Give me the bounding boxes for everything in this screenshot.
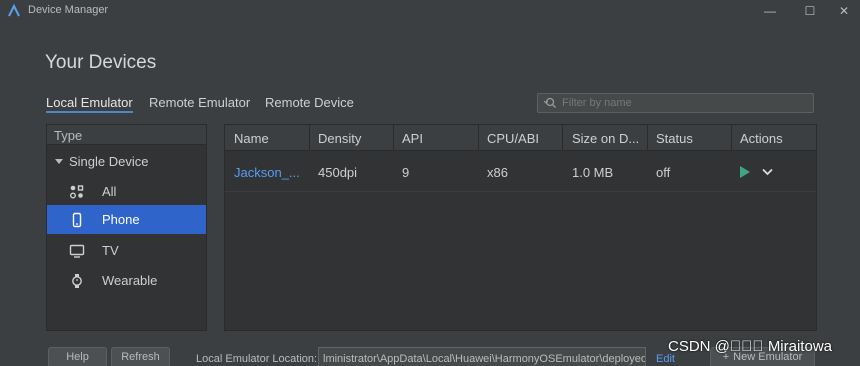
column-header-cpu-abi[interactable]: CPU/ABI: [487, 131, 539, 146]
maximize-button[interactable]: ☐: [796, 2, 824, 20]
device-cpu-abi: x86: [487, 165, 508, 180]
emulator-location-label: Local Emulator Location:: [196, 353, 318, 365]
play-icon[interactable]: [739, 165, 751, 179]
device-table: Name Density API CPU/ABI Size on D... St…: [224, 124, 817, 331]
tv-icon: [69, 244, 85, 258]
search-icon: [543, 97, 556, 108]
column-header-size-on-disk[interactable]: Size on D...: [572, 131, 639, 146]
device-density: 450dpi: [318, 165, 358, 180]
column-header-actions: Actions: [740, 131, 783, 146]
tab-remote-emulator[interactable]: Remote Emulator: [149, 95, 250, 110]
table-row[interactable]: Jackson_... 450dpi 9 x86 1.0 MB off: [225, 152, 816, 192]
filter-input[interactable]: [562, 95, 807, 111]
sidebar-item-phone[interactable]: Phone: [47, 205, 206, 234]
chevron-down-icon[interactable]: [762, 168, 773, 176]
sidebar-item-wearable[interactable]: Wearable: [47, 266, 206, 295]
column-header-density[interactable]: Density: [318, 131, 361, 146]
device-type-sidebar: Type Single Device All Phone TV Wearable: [46, 124, 207, 331]
column-divider: [478, 125, 479, 151]
help-button[interactable]: Help: [48, 347, 107, 366]
tab-local-emulator[interactable]: Local Emulator: [46, 95, 133, 113]
device-name-link[interactable]: Jackson_...: [234, 165, 300, 180]
device-api: 9: [402, 165, 410, 180]
table-header: Name Density API CPU/ABI Size on D... St…: [225, 125, 816, 151]
sidebar-item-label: All: [102, 184, 117, 199]
close-button[interactable]: ✕: [830, 2, 858, 20]
title-bar: Device Manager — ☐ ✕: [0, 0, 860, 22]
column-divider: [393, 125, 394, 151]
sidebar-group-label: Single Device: [69, 154, 149, 169]
column-divider: [731, 125, 732, 151]
column-divider: [309, 125, 310, 151]
page-title: Your Devices: [45, 52, 157, 73]
grid-icon: [70, 185, 84, 199]
device-size: 1.0 MB: [572, 165, 614, 180]
emulator-location-field[interactable]: lministrator\AppData\Local\Huawei\Harmon…: [318, 347, 646, 366]
watch-icon: [72, 274, 82, 288]
device-status: off: [656, 165, 671, 180]
sidebar-item-tv[interactable]: TV: [47, 236, 206, 265]
column-header-status[interactable]: Status: [656, 131, 693, 146]
phone-icon: [72, 212, 82, 228]
window-title: Device Manager: [28, 4, 109, 16]
sidebar-item-all[interactable]: All: [47, 177, 206, 206]
column-divider: [647, 125, 648, 151]
column-header-name[interactable]: Name: [234, 131, 269, 146]
sidebar-header: Type: [47, 125, 206, 145]
app-logo-icon: [8, 4, 20, 17]
sidebar-item-label: Wearable: [102, 273, 158, 288]
watermark: CSDN @    Miraitowa: [668, 338, 832, 355]
caret-down-icon: [55, 159, 63, 164]
refresh-button[interactable]: Refresh: [111, 347, 170, 366]
sidebar-group-single-device[interactable]: Single Device: [55, 154, 149, 169]
tab-remote-device[interactable]: Remote Device: [265, 95, 354, 110]
minimize-button[interactable]: —: [756, 2, 784, 20]
sidebar-item-label: Phone: [102, 212, 140, 227]
column-divider: [562, 125, 563, 151]
column-header-api[interactable]: API: [402, 131, 423, 146]
filter-search-box[interactable]: [537, 93, 814, 113]
sidebar-item-label: TV: [102, 243, 119, 258]
